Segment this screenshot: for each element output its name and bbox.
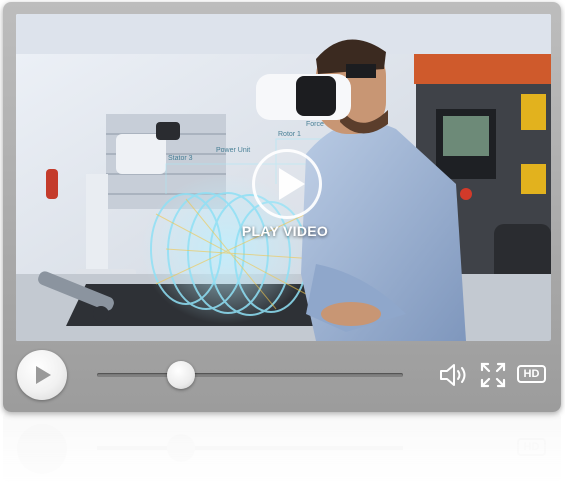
reflection-play-button [17, 424, 67, 474]
play-video-overlay-button[interactable] [252, 149, 322, 219]
play-icon [36, 366, 51, 384]
fullscreen-icon[interactable] [480, 362, 506, 388]
holo-label: Power Unit [216, 147, 250, 154]
play-video-label[interactable]: PLAY VIDEO [226, 223, 344, 239]
hd-toggle-button[interactable]: HD [517, 365, 546, 383]
video-frame[interactable]: Stator 3 Power Unit Rotor 1 Force Simula… [16, 14, 551, 341]
reflection-track [97, 446, 403, 450]
holo-label: Stator 3 [168, 155, 193, 162]
control-bar: HD [3, 345, 561, 412]
reflection-handle [167, 434, 195, 462]
progress-track[interactable] [97, 373, 403, 377]
player-reflection: HD [3, 412, 561, 498]
play-button[interactable] [17, 350, 67, 400]
reflection-bar [3, 412, 561, 482]
holo-label: Rotor 1 [278, 131, 301, 138]
play-circle-icon [279, 168, 305, 200]
reflection-hd: HD [517, 438, 546, 456]
speaker-icon[interactable] [438, 363, 470, 387]
progress-handle[interactable] [167, 361, 195, 389]
